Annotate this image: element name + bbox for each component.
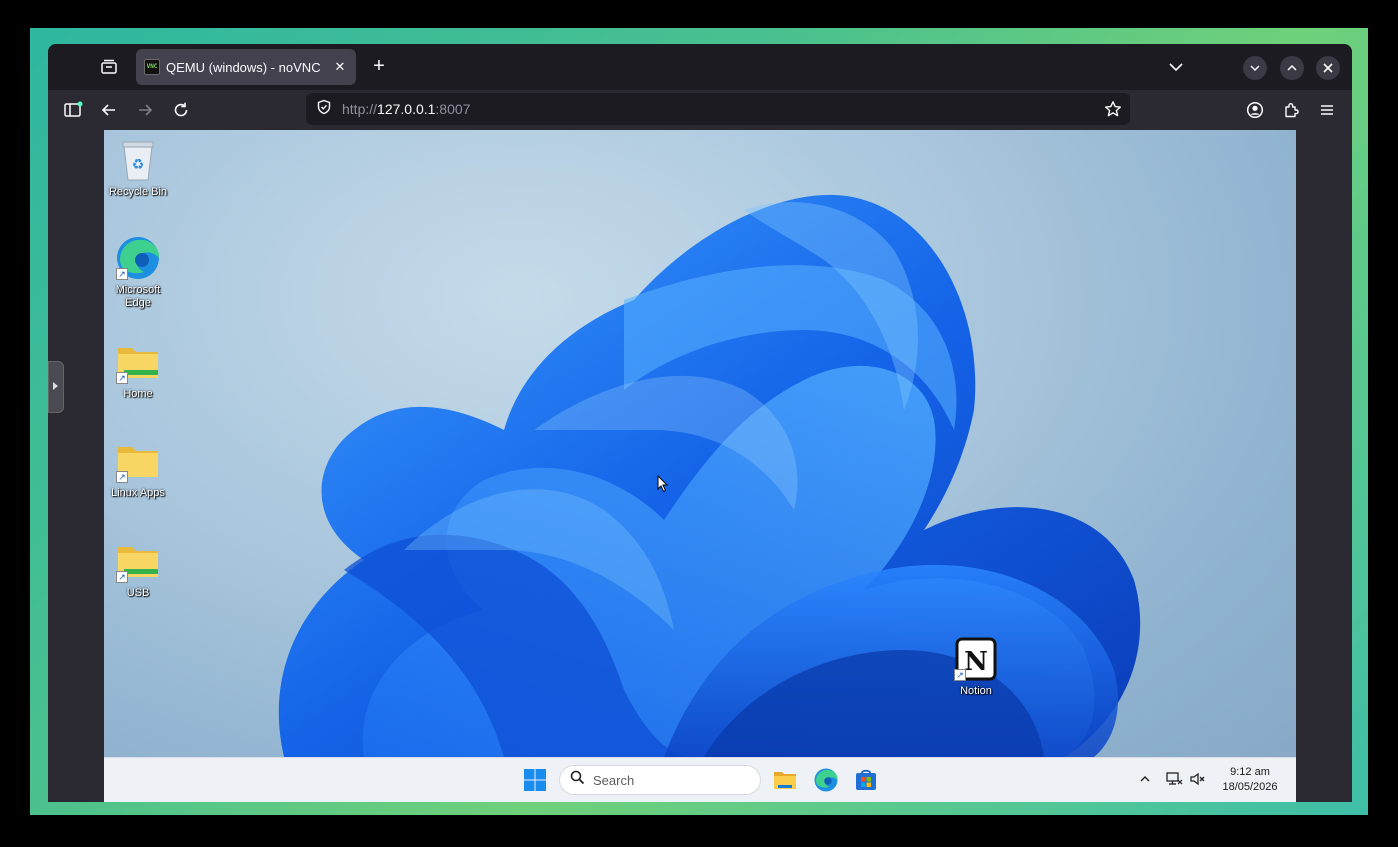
tab-close-icon[interactable]: ✕ xyxy=(332,59,348,75)
navigation-toolbar: http://127.0.0.1:8007 xyxy=(48,90,1352,130)
tab-strip: VNC QEMU (windows) - noVNC ✕ + xyxy=(48,44,1352,90)
desktop-icon-linux-apps[interactable]: ↗ Linux Apps xyxy=(104,437,174,500)
svg-text:N: N xyxy=(964,647,988,677)
desktop-icon-microsoft-edge[interactable]: ↗ Microsoft Edge xyxy=(104,234,174,310)
desktop-icon-usb[interactable]: ↗ USB xyxy=(104,537,174,600)
expand-arrow-icon xyxy=(53,382,58,390)
microsoft-store-icon[interactable] xyxy=(853,767,879,793)
bookmark-star-icon[interactable] xyxy=(1104,100,1122,118)
desktop-icon-notion[interactable]: N ↗ Notion xyxy=(940,635,1012,698)
sidebar-toggle-icon[interactable] xyxy=(61,98,85,122)
desktop-icon-recycle-bin[interactable]: ♻ Recycle Bin xyxy=(104,136,174,199)
clock-time: 9:12 am xyxy=(1230,766,1270,778)
page-content: ♻ Recycle Bin ↗ Microsoft Edge ↗ Home ↗ … xyxy=(48,130,1352,802)
new-tab-icon[interactable]: + xyxy=(368,56,390,76)
recycle-bin-icon: ♻ xyxy=(114,136,162,184)
tab-title: QEMU (windows) - noVNC xyxy=(166,59,321,75)
tab-overview-icon[interactable] xyxy=(98,56,120,78)
shortcut-arrow-icon: ↗ xyxy=(116,571,128,583)
microsoft-edge-icon: ↗ xyxy=(114,234,162,282)
minimize-icon[interactable] xyxy=(1243,56,1267,80)
shortcut-arrow-icon: ↗ xyxy=(116,268,128,280)
forward-icon[interactable] xyxy=(133,98,157,122)
taskbar-search-box[interactable]: Search xyxy=(559,765,761,795)
svg-text:♻: ♻ xyxy=(132,157,145,173)
vnc-remote-screen[interactable]: ♻ Recycle Bin ↗ Microsoft Edge ↗ Home ↗ … xyxy=(104,130,1296,802)
folder-icon: ↗ xyxy=(114,338,162,386)
vnc-favicon-icon: VNC xyxy=(144,59,160,75)
tab-qemu-novnc[interactable]: VNC QEMU (windows) - noVNC ✕ xyxy=(136,49,356,85)
shortcut-arrow-icon: ↗ xyxy=(954,669,966,681)
search-placeholder: Search xyxy=(593,772,635,788)
taskbar-edge-icon[interactable] xyxy=(813,767,839,793)
show-hidden-icons-chevron-icon[interactable] xyxy=(1136,770,1154,788)
url-bar[interactable]: http://127.0.0.1:8007 xyxy=(306,93,1130,125)
notion-icon: N ↗ xyxy=(952,635,1000,683)
taskbar-clock[interactable]: 9:12 am 18/05/2026 xyxy=(1214,765,1286,795)
bloom-wallpaper xyxy=(278,194,1141,757)
windows-taskbar: Search 9:12 am 18/05/2026 xyxy=(104,757,1296,802)
novnc-control-bar-handle[interactable] xyxy=(48,361,64,413)
search-icon xyxy=(570,770,585,790)
back-icon[interactable] xyxy=(97,98,121,122)
desktop-icon-home[interactable]: ↗ Home xyxy=(104,338,174,401)
folder-icon: ↗ xyxy=(114,437,162,485)
network-disconnected-icon[interactable] xyxy=(1165,770,1183,788)
account-icon[interactable] xyxy=(1243,98,1267,122)
maximize-icon[interactable] xyxy=(1280,56,1304,80)
extensions-icon[interactable] xyxy=(1279,98,1303,122)
windows-start-icon[interactable] xyxy=(523,768,547,792)
shortcut-arrow-icon: ↗ xyxy=(116,372,128,384)
folder-icon: ↗ xyxy=(114,537,162,585)
shortcut-arrow-icon: ↗ xyxy=(116,471,128,483)
speaker-muted-icon[interactable] xyxy=(1189,770,1207,788)
list-all-tabs-icon[interactable] xyxy=(1166,58,1186,76)
menu-hamburger-icon[interactable] xyxy=(1315,98,1339,122)
url-text[interactable]: http://127.0.0.1:8007 xyxy=(342,101,470,117)
site-security-shield-icon[interactable] xyxy=(316,99,332,120)
reload-icon[interactable] xyxy=(169,98,193,122)
file-explorer-icon[interactable] xyxy=(772,767,798,793)
browser-window: VNC QEMU (windows) - noVNC ✕ + http://12… xyxy=(48,44,1352,802)
mouse-cursor-icon xyxy=(657,475,669,493)
clock-date: 18/05/2026 xyxy=(1222,781,1278,793)
close-window-icon[interactable] xyxy=(1316,56,1340,80)
